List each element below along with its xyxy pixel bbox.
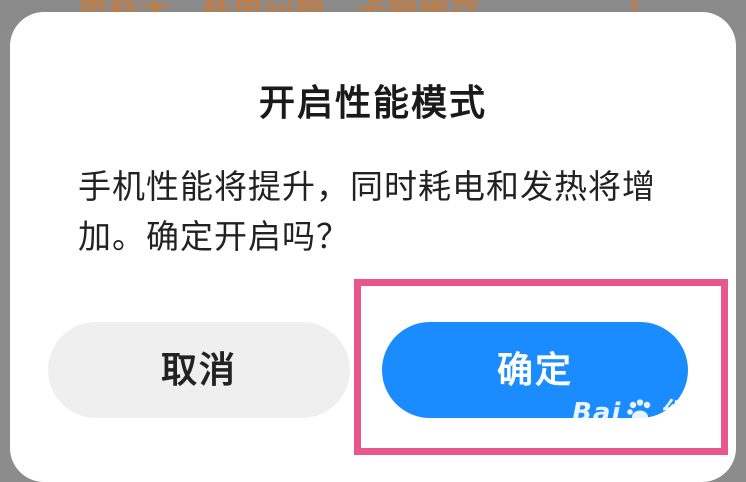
- baidu-paw-icon: [627, 399, 651, 424]
- dialog-title: 开启性能模式: [258, 83, 487, 124]
- watermark-logo: Bai: [572, 398, 622, 428]
- watermark-logo-suffix: 经验: [659, 398, 714, 428]
- cancel-button[interactable]: 取消: [48, 322, 350, 418]
- baidu-jingyan-watermark: Bai 经验 jingyan.baidu.com: [572, 392, 742, 462]
- watermark-url: jingyan.baidu.com: [572, 431, 719, 447]
- dialog-message: 手机性能将提升，同时耗电和发热将增加。确定开启吗？: [78, 167, 656, 256]
